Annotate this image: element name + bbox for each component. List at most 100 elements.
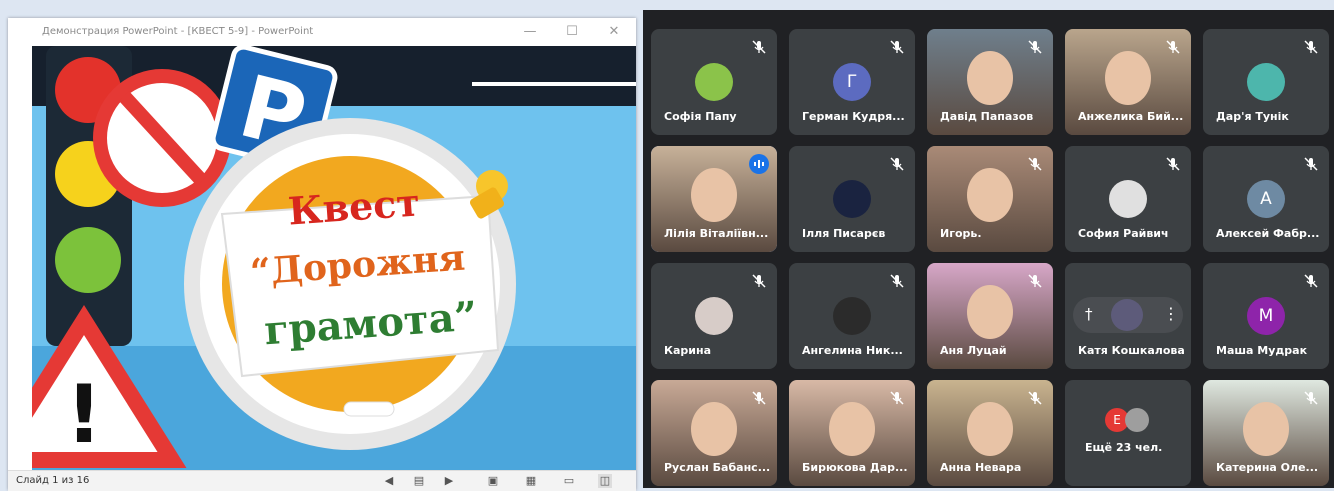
- close-icon[interactable]: ✕: [604, 22, 624, 42]
- participant-tile[interactable]: Г Герман Кудря...: [789, 29, 915, 135]
- mic-muted-icon: [889, 390, 905, 406]
- mic-muted-icon: [1303, 156, 1319, 172]
- mic-muted-icon: [889, 39, 905, 55]
- normal-view-icon[interactable]: ▣: [486, 474, 500, 488]
- participant-name: София Райвич: [1078, 227, 1169, 240]
- reading-view-icon[interactable]: ▭: [562, 474, 576, 488]
- slide-sorter-icon[interactable]: ▦: [524, 474, 538, 488]
- next-slide-icon[interactable]: ▶: [442, 474, 456, 488]
- mic-muted-icon: [889, 273, 905, 289]
- participant-name: Маша Мудрак: [1216, 344, 1308, 357]
- maximize-icon[interactable]: ☐: [562, 22, 582, 42]
- participant-name: Катерина Оле...: [1216, 461, 1319, 474]
- minimize-icon[interactable]: —: [520, 22, 540, 42]
- mic-muted-icon: [1303, 390, 1319, 406]
- participant-tile[interactable]: Руслан Бабанс...: [651, 380, 777, 486]
- notes-icon[interactable]: ▤: [412, 474, 426, 488]
- participant-face: [691, 168, 737, 222]
- participant-avatar: [695, 297, 733, 335]
- slide-canvas: P ! Квест “Дорожня грамота”: [32, 46, 636, 470]
- participant-name: Лілія Віталіївн...: [664, 227, 769, 240]
- participant-tile[interactable]: Дар'я Тунік: [1203, 29, 1329, 135]
- window-titlebar: Демонстрация PowerPoint - [КВЕСТ 5-9] - …: [8, 18, 636, 46]
- mic-muted-icon: [1027, 39, 1043, 55]
- participant-name: Аня Луцай: [940, 344, 1007, 357]
- participant-face: [1105, 51, 1151, 105]
- participant-name: Дар'я Тунік: [1216, 110, 1289, 123]
- participant-avatar: [833, 297, 871, 335]
- participant-tile[interactable]: Бирюкова Дар...: [789, 380, 915, 486]
- participant-avatar: [1247, 63, 1285, 101]
- pin-icon[interactable]: †: [1085, 305, 1093, 323]
- mic-muted-icon: [889, 156, 905, 172]
- participant-tile[interactable]: Анна Невара: [927, 380, 1053, 486]
- participant-face: [1243, 402, 1289, 456]
- participant-name: Анжелика Бий...: [1078, 110, 1184, 123]
- participant-name: Катя Кошкалова: [1078, 344, 1185, 357]
- tile-hover-controls: † ⋮: [1073, 297, 1183, 333]
- participant-face: [691, 402, 737, 456]
- meeting-grid: Софія Папу Г Герман Кудря... Давід Папазов А…: [643, 10, 1334, 488]
- participant-tile[interactable]: Ангелина Ник...: [789, 263, 915, 369]
- participant-name: Карина: [664, 344, 712, 357]
- mic-muted-icon: [751, 390, 767, 406]
- participant-name: Алексей Фабр...: [1216, 227, 1320, 240]
- mic-muted-icon: [1027, 156, 1043, 172]
- participant-tile[interactable]: София Райвич: [1065, 146, 1191, 252]
- mic-muted-icon: [751, 273, 767, 289]
- participant-avatar: М: [1247, 297, 1285, 335]
- participant-face: [967, 51, 1013, 105]
- participant-name: Софія Папу: [664, 110, 737, 123]
- participant-avatar: Г: [833, 63, 871, 101]
- participant-tile[interactable]: Анжелика Бий...: [1065, 29, 1191, 135]
- participant-name: Ангелина Ник...: [802, 344, 903, 357]
- participant-tile[interactable]: Софія Папу: [651, 29, 777, 135]
- participant-tile[interactable]: Лілія Віталіївн...: [651, 146, 777, 252]
- participant-tile[interactable]: Карина: [651, 263, 777, 369]
- participant-name: Давід Папазов: [940, 110, 1034, 123]
- svg-text:!: !: [66, 368, 102, 461]
- mic-muted-icon: [1165, 39, 1181, 55]
- status-bar: Слайд 1 из 16 ◀ ▤ ▶ ▣ ▦ ▭ ◫: [8, 470, 636, 491]
- participant-name: Анна Невара: [940, 461, 1022, 474]
- participant-name: Игорь.: [940, 227, 982, 240]
- participant-name: Герман Кудря...: [802, 110, 905, 123]
- participant-avatar: [1125, 408, 1149, 432]
- previous-slide-icon[interactable]: ◀: [382, 474, 396, 488]
- participant-avatar: [1111, 299, 1143, 331]
- participant-tile[interactable]: Ілля Писарєв: [789, 146, 915, 252]
- speaking-indicator-icon: [749, 154, 769, 174]
- participant-tile[interactable]: Катерина Оле...: [1203, 380, 1329, 486]
- participant-avatar: [833, 180, 871, 218]
- participant-tile[interactable]: Игорь.: [927, 146, 1053, 252]
- mic-muted-icon: [1027, 390, 1043, 406]
- participant-face: [967, 402, 1013, 456]
- participant-tile[interactable]: Давід Папазов: [927, 29, 1053, 135]
- participant-face: [829, 402, 875, 456]
- participant-avatar: [695, 63, 733, 101]
- participant-tile[interactable]: Аня Луцай: [927, 263, 1053, 369]
- participant-name: Ілля Писарєв: [802, 227, 886, 240]
- participant-tile[interactable]: М Маша Мудрак: [1203, 263, 1329, 369]
- mic-muted-icon: [1303, 39, 1319, 55]
- participant-face: [967, 168, 1013, 222]
- mic-muted-icon: [1303, 273, 1319, 289]
- participant-avatar: А: [1247, 180, 1285, 218]
- participant-face: [967, 285, 1013, 339]
- window-title: Демонстрация PowerPoint - [КВЕСТ 5-9] - …: [42, 26, 314, 37]
- participant-tile[interactable]: А Алексей Фабр...: [1203, 146, 1329, 252]
- more-options-icon[interactable]: ⋮: [1163, 304, 1179, 323]
- mic-muted-icon: [1165, 156, 1181, 172]
- participant-name: Ещё 23 чел.: [1085, 441, 1163, 454]
- participant-name: Руслан Бабанс...: [664, 461, 771, 474]
- mic-muted-icon: [751, 39, 767, 55]
- participant-avatar: [1109, 180, 1147, 218]
- slideshow-icon[interactable]: ◫: [598, 474, 612, 488]
- powerpoint-window: Демонстрация PowerPoint - [КВЕСТ 5-9] - …: [8, 18, 636, 491]
- slide-title-line1: Квест: [286, 179, 422, 234]
- participant-tile[interactable]: † ⋮ Катя Кошкалова: [1065, 263, 1191, 369]
- participant-tile[interactable]: Е Ещё 23 чел.: [1065, 380, 1191, 486]
- participant-name: Бирюкова Дар...: [802, 461, 908, 474]
- mic-muted-icon: [1027, 273, 1043, 289]
- slide-counter: Слайд 1 из 16: [16, 475, 90, 486]
